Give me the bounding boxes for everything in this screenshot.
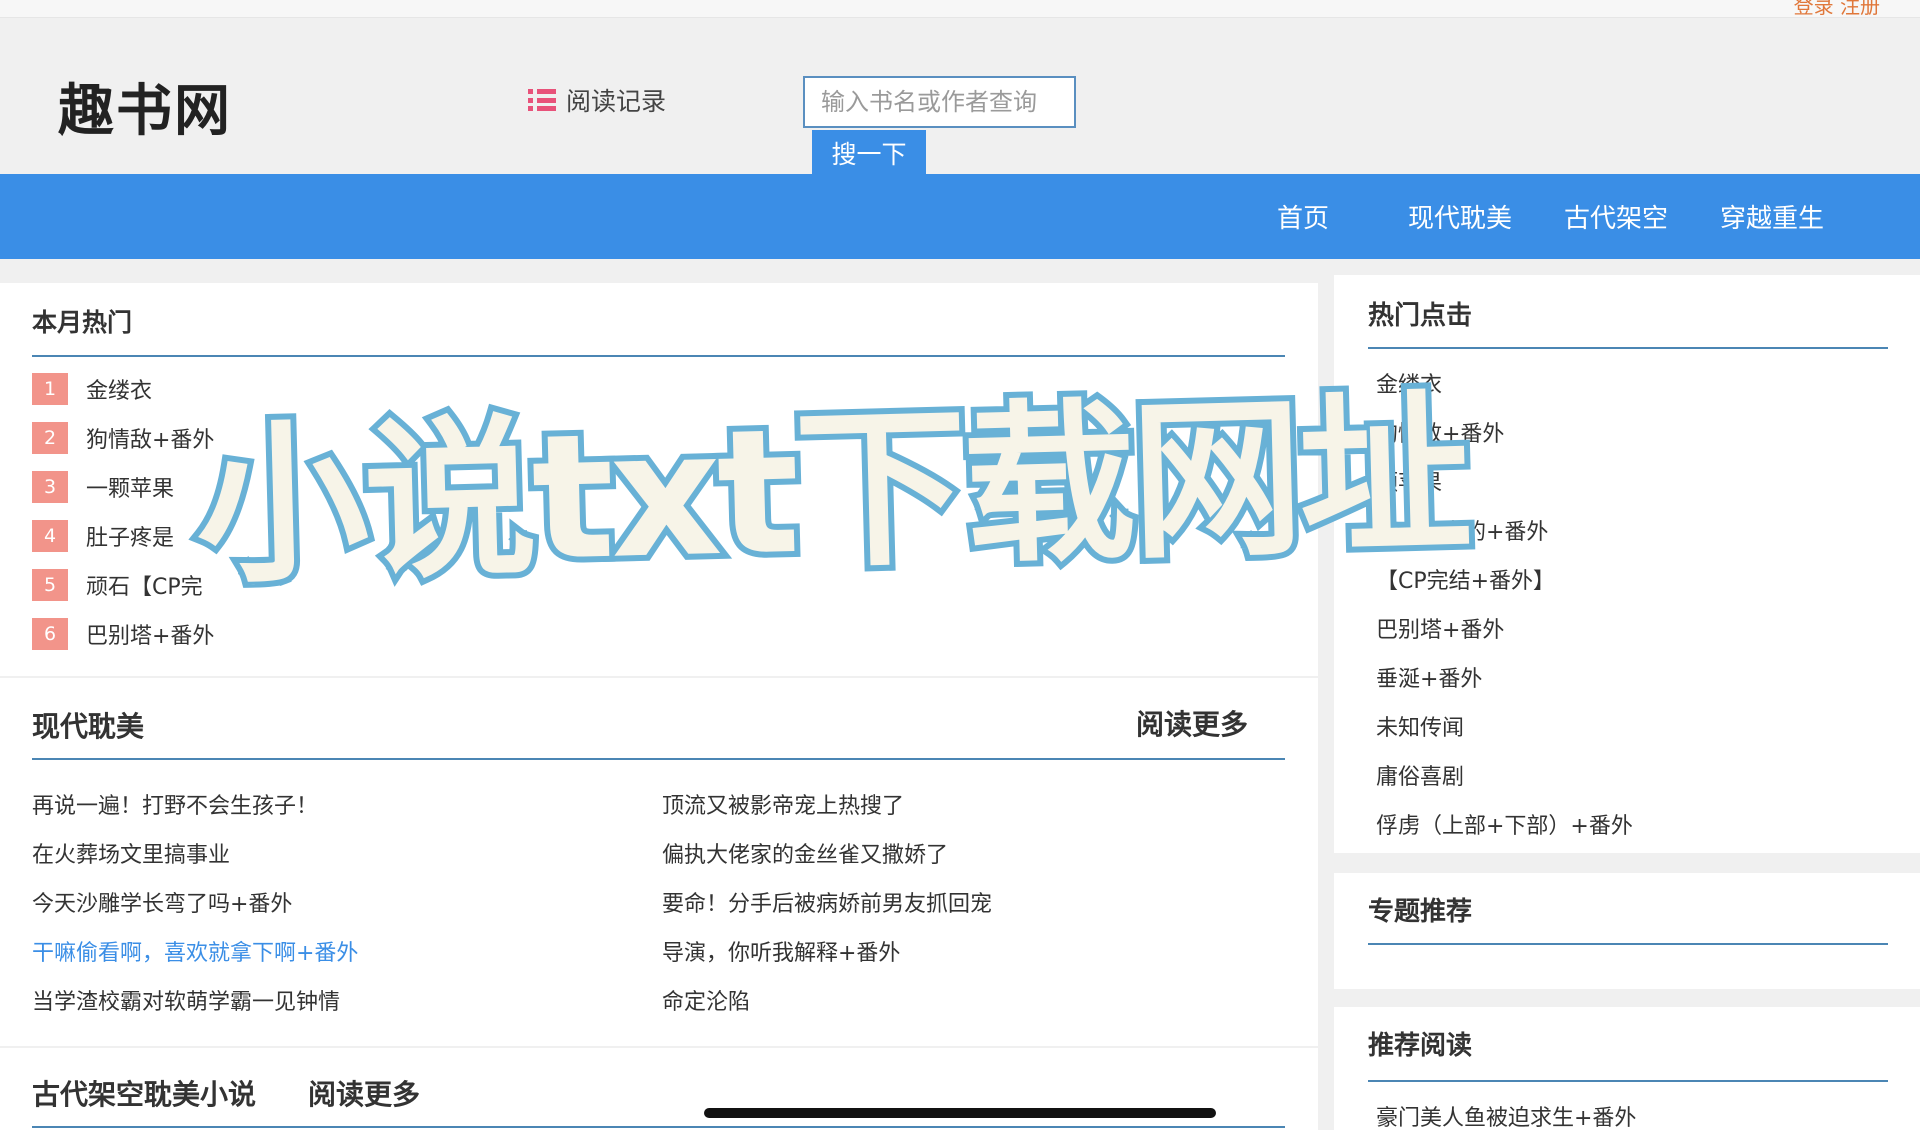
- section-rule: [1368, 1080, 1888, 1082]
- rank-badge: 4: [32, 520, 68, 552]
- top-bar: 登录 注册: [0, 0, 1920, 18]
- main-nav: 首页 现代耽美 古代架空 穿越重生: [0, 174, 1920, 259]
- hot-click-item[interactable]: 庸俗喜剧: [1376, 759, 1464, 791]
- rank-title: 肚子疼是: [86, 526, 175, 551]
- book-link[interactable]: 顶流又被影帝宠上热搜了: [662, 788, 904, 820]
- hot-click-item[interactable]: 未知传闻: [1376, 710, 1464, 742]
- rank-item[interactable]: 2 狗情敌+番外: [32, 422, 214, 454]
- rank-title: 巴别塔+番外: [86, 624, 215, 649]
- hot-click-item[interactable]: 垂涎+番外: [1376, 661, 1482, 693]
- hot-click-item[interactable]: 俘虏（上部+下部）+番外: [1376, 808, 1633, 840]
- topics-title: 专题推荐: [1368, 897, 1473, 927]
- section-rule: [32, 1126, 1285, 1128]
- section-rule: [1368, 347, 1888, 349]
- search-button[interactable]: 搜一下: [812, 130, 926, 176]
- rank-badge: 1: [32, 373, 68, 405]
- book-link[interactable]: 今天沙雕学长弯了吗+番外: [32, 886, 292, 918]
- site-header: 趣书网 阅读记录 搜一下: [0, 18, 1920, 176]
- ancient-read-more-link[interactable]: 阅读更多: [308, 1073, 420, 1113]
- hot-clicks-title: 热门点击: [1368, 301, 1473, 331]
- recommend-item[interactable]: 豪门美人鱼被迫求生+番外: [1376, 1100, 1636, 1130]
- recommend-panel: 推荐阅读 豪门美人鱼被迫求生+番外: [1334, 1007, 1920, 1130]
- nav-home[interactable]: 首页: [1277, 198, 1329, 235]
- rank-item[interactable]: 6 巴别塔+番外: [32, 618, 214, 650]
- rank-title: 金缕衣: [86, 379, 153, 404]
- book-link[interactable]: 要命！分手后被病娇前男友抓回宠: [662, 886, 992, 918]
- rank-item[interactable]: 3 一颗苹果: [32, 471, 174, 503]
- book-link[interactable]: 偏执大佬家的金丝雀又撒娇了: [662, 837, 948, 869]
- section-rule: [32, 758, 1285, 760]
- book-link[interactable]: 导演，你听我解释+番外: [662, 935, 900, 967]
- section-rule: [1368, 943, 1888, 945]
- reading-history-label: 阅读记录: [566, 87, 667, 116]
- list-icon: [528, 89, 556, 111]
- book-link[interactable]: 再说一遍！打野不会生孩子！: [32, 788, 318, 820]
- home-indicator: [704, 1108, 1216, 1118]
- rank-title: 一颗苹果: [86, 477, 175, 502]
- monthly-hot-title: 本月热门: [32, 308, 133, 337]
- rank-badge: 6: [32, 618, 68, 650]
- hot-click-item[interactable]: 巴别塔+番外: [1376, 612, 1504, 644]
- nav-ancient[interactable]: 古代架空: [1564, 198, 1668, 235]
- section-rule: [32, 355, 1285, 357]
- site-logo[interactable]: 趣书网: [58, 66, 232, 147]
- section-divider: [0, 1046, 1318, 1048]
- reading-history-link[interactable]: 阅读记录: [528, 82, 666, 118]
- section-divider: [0, 676, 1318, 678]
- nav-modern[interactable]: 现代耽美: [1408, 198, 1512, 235]
- login-register-links[interactable]: 登录 注册: [1794, 0, 1880, 19]
- overlay-caption: 小说txt下载网址: [188, 367, 1476, 613]
- book-link[interactable]: 当学渣校霸对软萌学霸一见钟情: [32, 984, 340, 1016]
- book-link-hovered[interactable]: 干嘛偷看啊，喜欢就拿下啊+番外: [32, 935, 358, 967]
- rank-item[interactable]: 1 金缕衣: [32, 373, 152, 405]
- rank-badge: 3: [32, 471, 68, 503]
- modern-read-more-link[interactable]: 阅读更多: [1136, 703, 1248, 743]
- rank-badge: 2: [32, 422, 68, 454]
- rank-badge: 5: [32, 569, 68, 601]
- recommend-title: 推荐阅读: [1368, 1031, 1473, 1061]
- search-input[interactable]: [803, 76, 1076, 128]
- nav-transmigration[interactable]: 穿越重生: [1720, 198, 1824, 235]
- book-link[interactable]: 在火葬场文里搞事业: [32, 837, 230, 869]
- rank-item[interactable]: 5 顽石【CP完: [32, 569, 203, 601]
- rank-item[interactable]: 4 肚子疼是: [32, 520, 174, 552]
- topics-panel: 专题推荐: [1334, 873, 1920, 989]
- book-link[interactable]: 命定沦陷: [662, 984, 750, 1016]
- ancient-section-title: 古代架空耽美小说: [32, 1078, 257, 1111]
- rank-title: 顽石【CP完: [86, 575, 203, 600]
- modern-section-title: 现代耽美: [32, 710, 145, 743]
